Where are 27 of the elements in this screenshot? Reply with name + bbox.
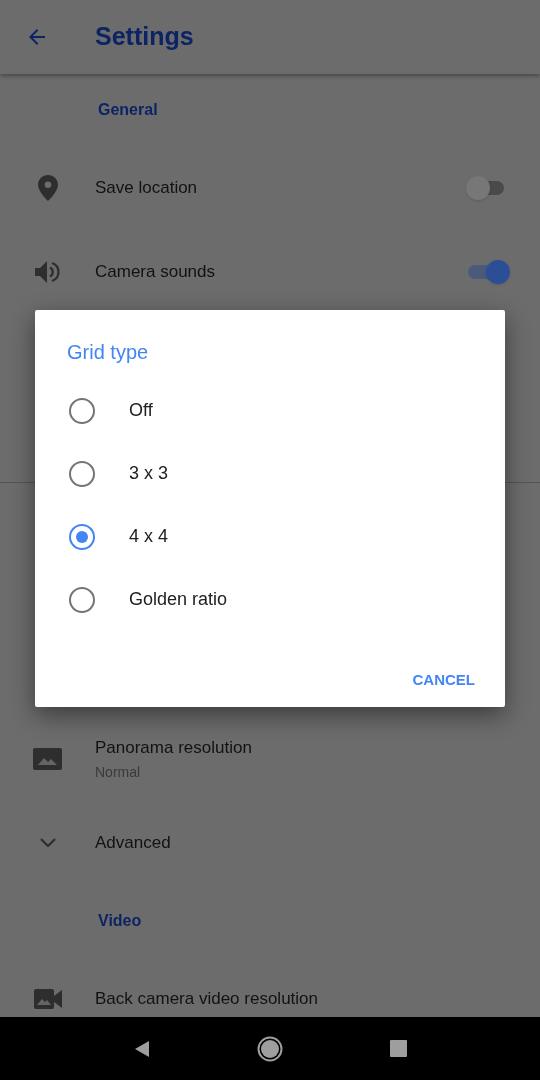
image-icon (33, 748, 62, 770)
radio-button[interactable] (69, 586, 95, 613)
back-nav-icon[interactable] (133, 1038, 152, 1059)
screen-title: Settings (95, 21, 194, 53)
setting-label[interactable]: Advanced (95, 830, 171, 856)
dialog-title: Grid type (67, 340, 149, 365)
chevron-down-icon (39, 838, 56, 848)
radio-button[interactable] (69, 397, 95, 424)
video-camera-icon (33, 989, 62, 1009)
option-label[interactable]: Off (129, 397, 153, 424)
location-pin-icon (37, 175, 58, 201)
recents-nav-icon[interactable] (389, 1040, 407, 1057)
setting-label[interactable]: Save location (95, 175, 198, 201)
radio-button[interactable] (69, 523, 95, 550)
home-nav-icon[interactable] (257, 1035, 284, 1062)
option-label[interactable]: 3 x 3 (129, 460, 169, 487)
setting-label[interactable]: Back camera video resolution (95, 986, 318, 1012)
cancel-button[interactable]: CANCEL (404, 663, 483, 698)
setting-label[interactable]: Camera sounds (95, 259, 215, 285)
radio-button[interactable] (69, 460, 95, 487)
section-header: Video (98, 911, 142, 931)
option-label[interactable]: 4 x 4 (129, 523, 169, 550)
speaker-icon (34, 260, 61, 284)
toggle-switch[interactable] (466, 260, 510, 284)
setting-label[interactable]: Panorama resolution (95, 734, 252, 761)
option-label[interactable]: Golden ratio (129, 586, 228, 613)
section-header: General (98, 100, 158, 120)
